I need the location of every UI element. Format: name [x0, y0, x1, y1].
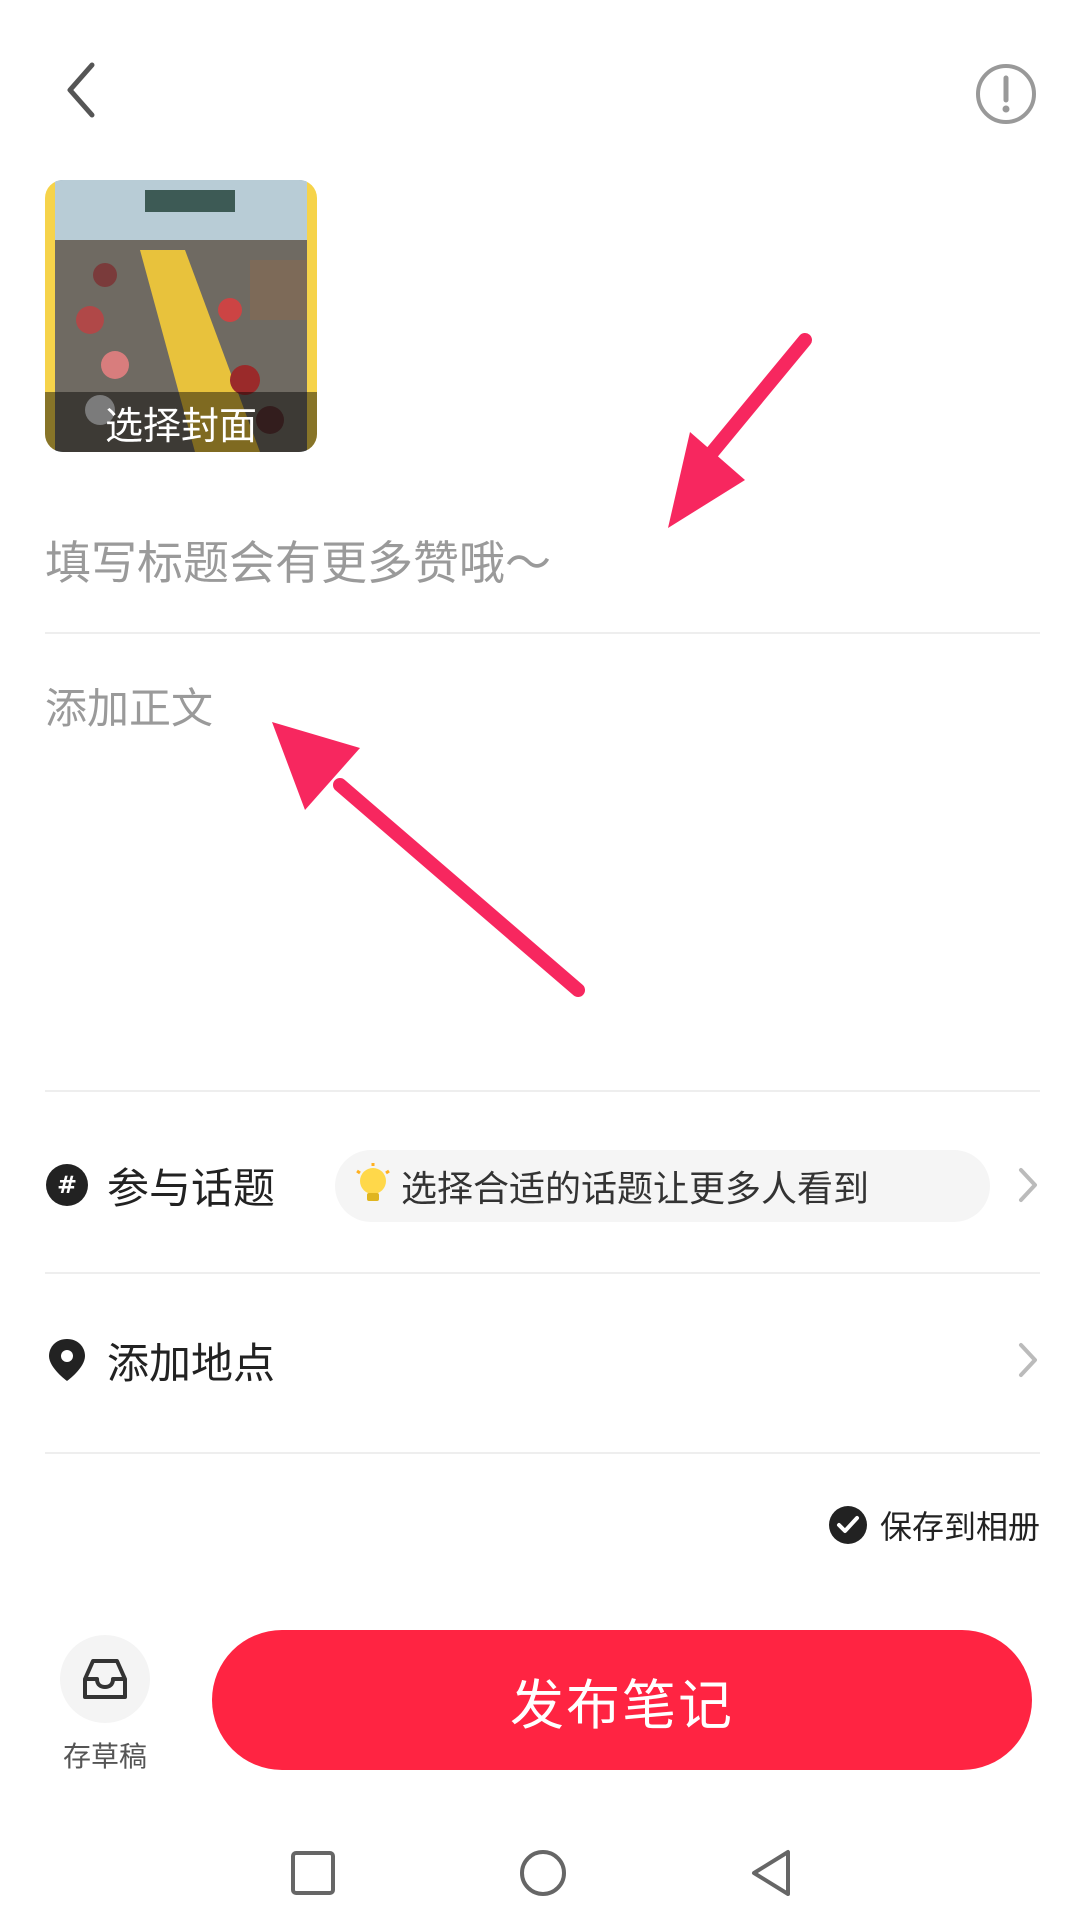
save-draft-button[interactable]: 存草稿 — [55, 1635, 155, 1775]
cover-picker[interactable]: 选择封面 — [45, 180, 317, 452]
divider — [45, 632, 1040, 634]
divider — [45, 1090, 1040, 1092]
lightbulb-icon — [356, 1163, 390, 1201]
draft-label: 存草稿 — [62, 1740, 147, 1773]
cover-label: 选择封面 — [45, 392, 317, 452]
topic-label: 参与话题 — [107, 1163, 276, 1213]
chevron-left-icon — [67, 62, 95, 118]
chevron-right-icon — [1019, 1168, 1037, 1202]
checkmark-circle-icon — [828, 1506, 867, 1544]
location-label: 添加地点 — [107, 1338, 276, 1388]
recent-apps-icon[interactable] — [290, 1850, 336, 1896]
chevron-right-icon — [1019, 1343, 1037, 1377]
save-to-album-label: 保存到相册 — [879, 1508, 1040, 1546]
save-to-album-toggle[interactable]: 保存到相册 — [828, 1500, 1040, 1550]
info-button[interactable] — [972, 60, 1040, 128]
publish-button[interactable]: 发布笔记 — [212, 1630, 1032, 1770]
nav-back-icon[interactable] — [748, 1848, 794, 1898]
home-icon[interactable] — [518, 1848, 568, 1898]
location-row[interactable]: 添加地点 — [45, 1305, 1040, 1415]
hashtag-icon: # — [45, 1163, 89, 1207]
divider — [45, 1272, 1040, 1274]
back-button[interactable] — [52, 55, 112, 125]
body-input[interactable]: 添加正文 — [45, 675, 1035, 735]
draft-icon-wrap — [60, 1635, 150, 1723]
exclamation-circle-icon — [976, 64, 1036, 124]
note-publish-page: 选择封面 填写标题会有更多赞哦～ 添加正文 # 参与话题 选择合适的话题让更多人… — [0, 0, 1080, 1920]
topic-hint-chip[interactable]: 选择合适的话题让更多人看到 — [335, 1150, 990, 1222]
topic-hint-text: 选择合适的话题让更多人看到 — [401, 1169, 870, 1210]
divider — [45, 1452, 1040, 1454]
location-pin-icon — [45, 1338, 89, 1382]
title-input[interactable]: 填写标题会有更多赞哦～ — [45, 520, 1035, 600]
inbox-icon — [83, 1659, 127, 1699]
svg-text:#: # — [57, 1171, 77, 1199]
